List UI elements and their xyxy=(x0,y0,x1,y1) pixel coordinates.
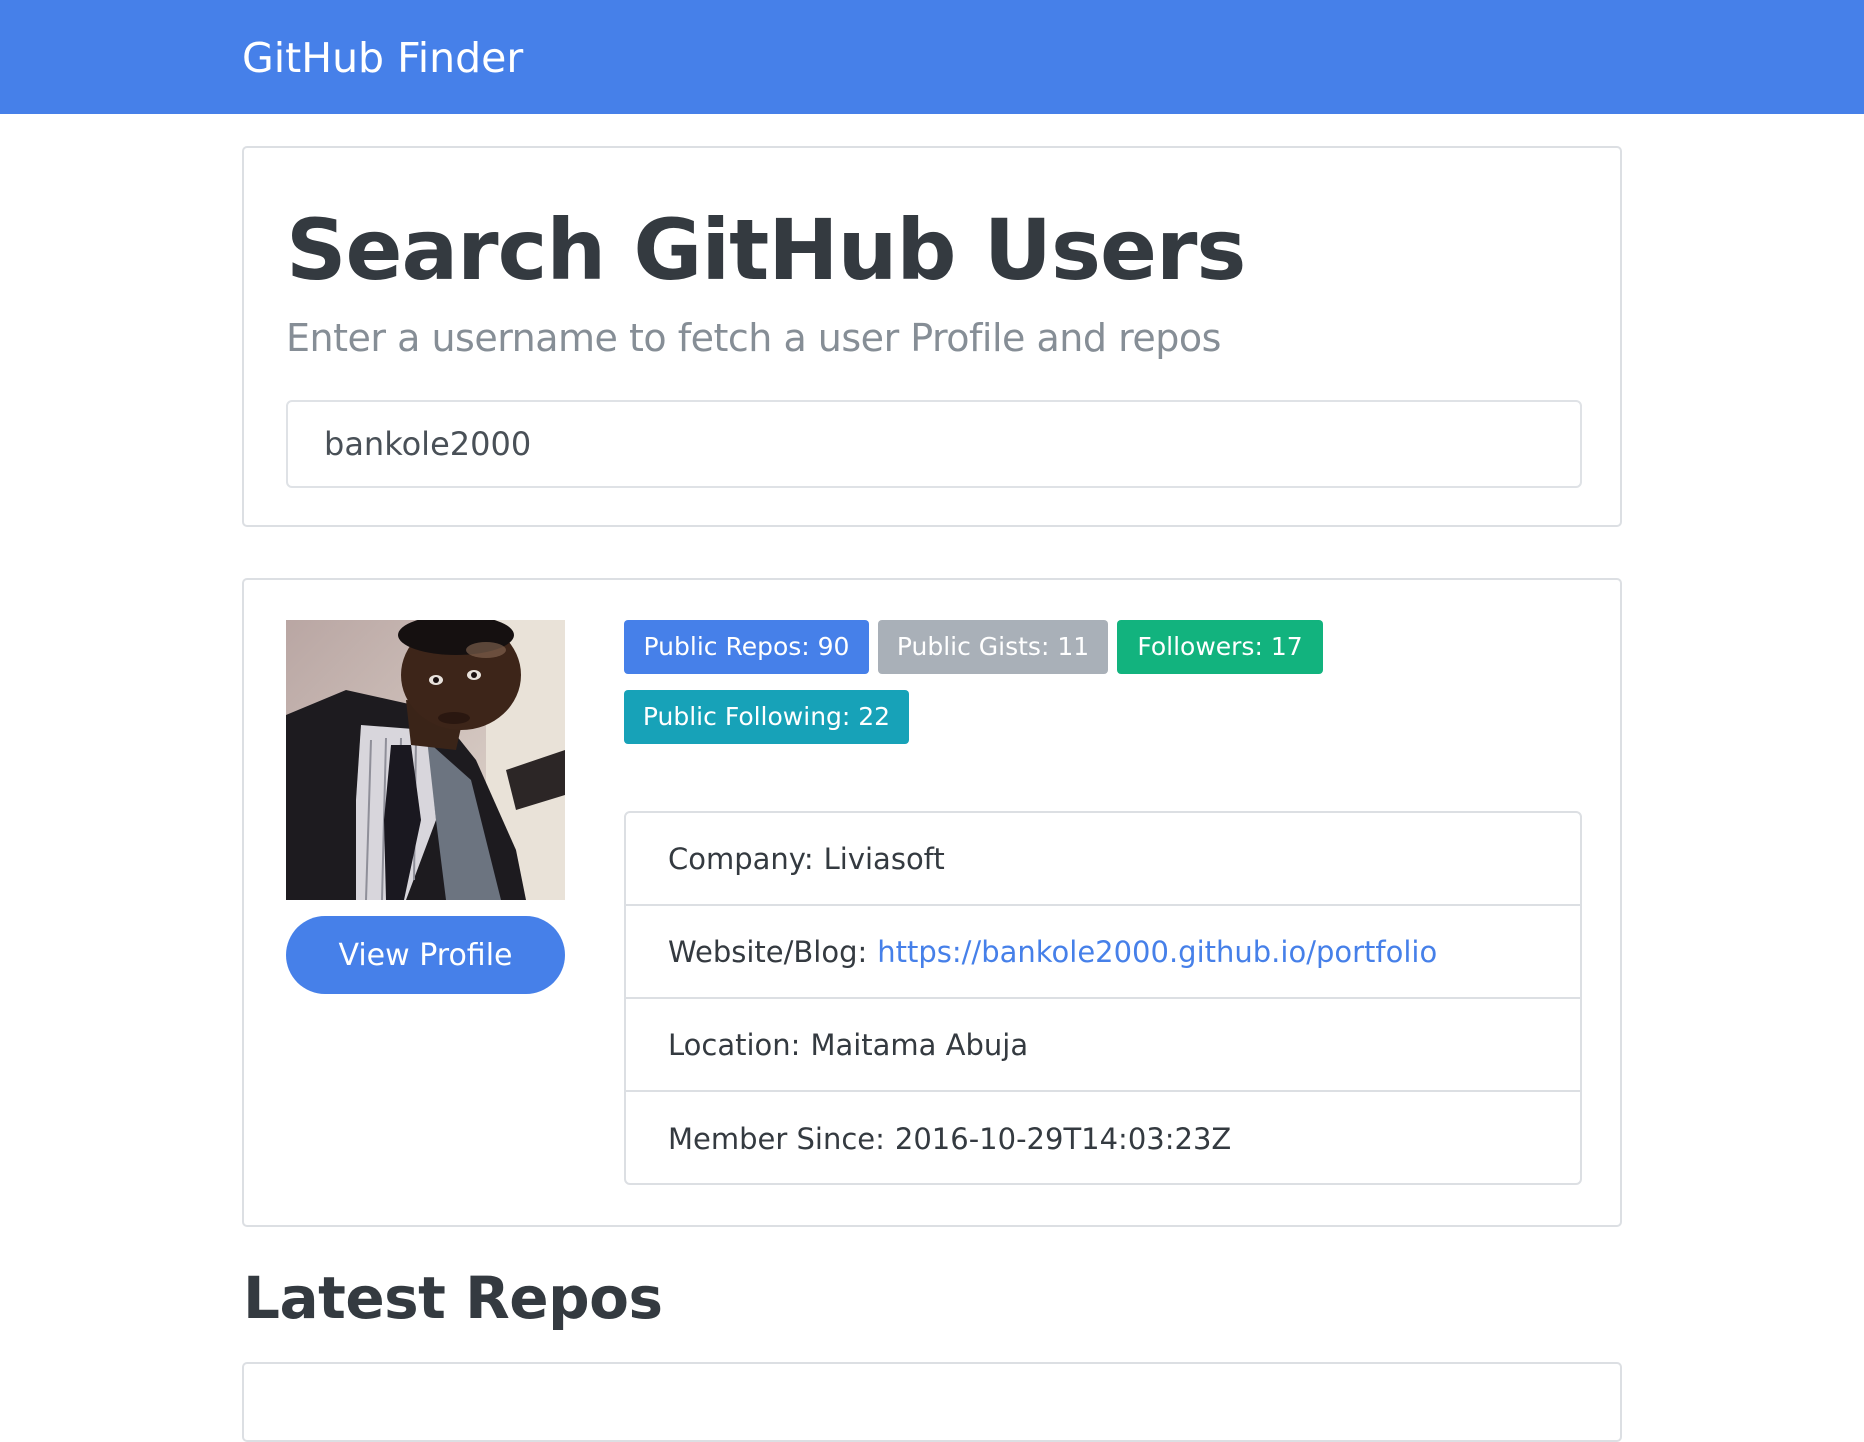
member-since-label: Member Since: xyxy=(668,1121,885,1156)
website-link[interactable]: https://bankole2000.github.io/portfolio xyxy=(877,935,1437,969)
location-value: Maitama Abuja xyxy=(810,1027,1029,1062)
website-item: Website/Blog: https://bankole2000.github… xyxy=(626,906,1580,999)
navbar-brand[interactable]: GitHub Finder xyxy=(242,32,523,84)
latest-repos-heading: Latest Repos xyxy=(243,1264,663,1332)
page-subtitle: Enter a username to fetch a user Profile… xyxy=(286,316,1221,360)
profile-details-list: Company: Liviasoft Website/Blog: https:/… xyxy=(624,811,1582,1185)
page-title: Search GitHub Users xyxy=(286,201,1246,299)
company-item: Company: Liviasoft xyxy=(626,813,1580,906)
location-item: Location: Maitama Abuja xyxy=(626,999,1580,1092)
company-label: Company: xyxy=(668,841,814,876)
public-gists-badge: Public Gists: 11 xyxy=(878,620,1108,674)
member-since-value: 2016-10-29T14:03:23Z xyxy=(894,1121,1232,1156)
search-card: Search GitHub Users Enter a username to … xyxy=(242,146,1622,527)
followers-badge: Followers: 17 xyxy=(1117,620,1323,674)
member-since-item: Member Since: 2016-10-29T14:03:23Z xyxy=(626,1092,1580,1183)
repos-card xyxy=(242,1362,1622,1442)
view-profile-button[interactable]: View Profile xyxy=(286,916,565,994)
profile-card: View Profile Public Repos: 90 Public Gis… xyxy=(242,578,1622,1227)
search-input[interactable] xyxy=(286,400,1582,488)
public-repos-badge: Public Repos: 90 xyxy=(624,620,869,674)
navbar: GitHub Finder xyxy=(0,0,1864,114)
location-label: Location: xyxy=(668,1027,801,1062)
company-value: Liviasoft xyxy=(823,841,945,876)
avatar xyxy=(286,620,565,900)
public-following-badge: Public Following: 22 xyxy=(624,690,909,744)
website-label: Website/Blog: xyxy=(668,934,868,969)
